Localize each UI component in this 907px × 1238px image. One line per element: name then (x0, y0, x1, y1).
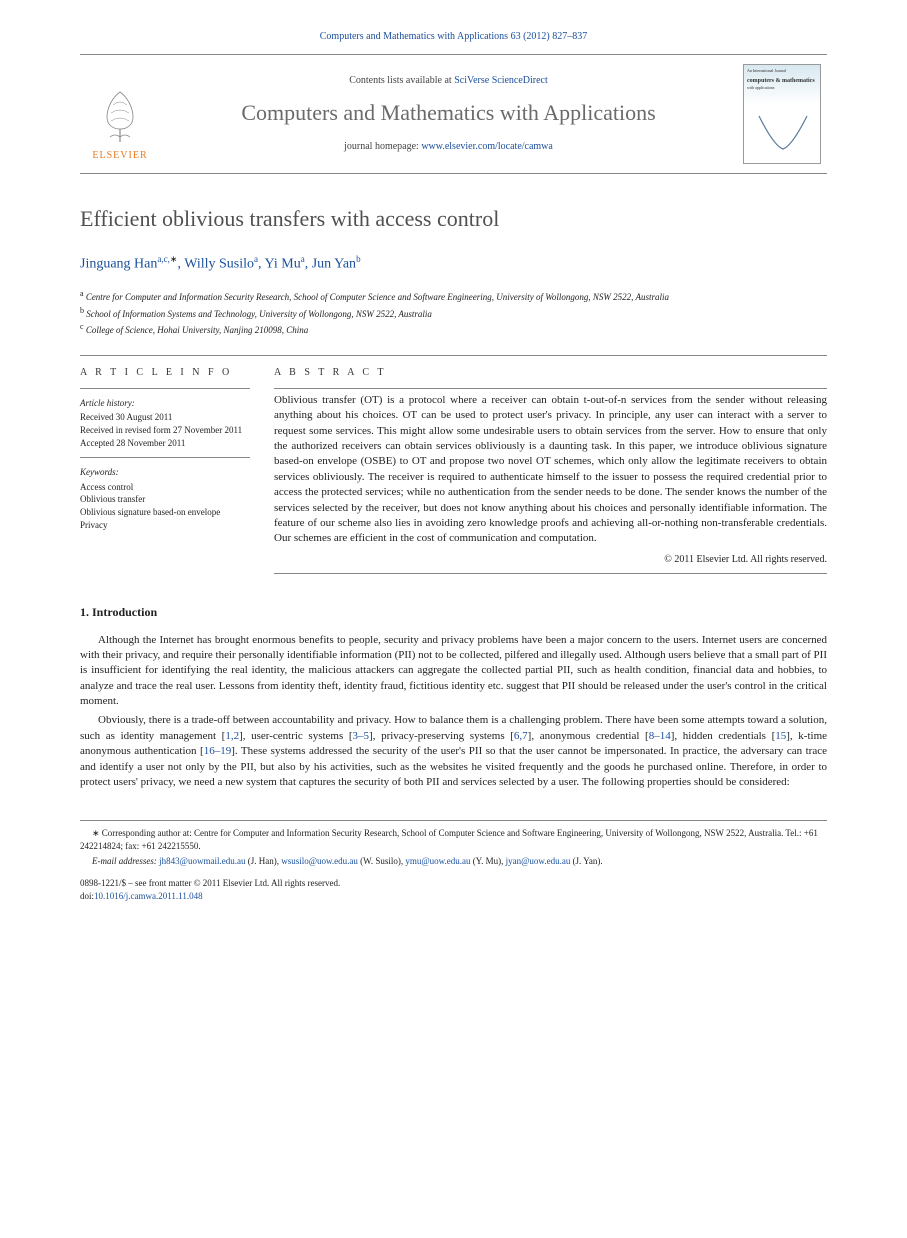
email-who: (J. Han) (248, 856, 277, 866)
info-abstract-row: A R T I C L E I N F O Article history: R… (80, 366, 827, 574)
email-who: (W. Susilo) (360, 856, 401, 866)
homepage-line: journal homepage: www.elsevier.com/locat… (344, 140, 553, 154)
article-info-heading: A R T I C L E I N F O (80, 366, 250, 380)
article-info-column: A R T I C L E I N F O Article history: R… (80, 366, 250, 574)
keyword-item: Oblivious transfer (80, 493, 250, 506)
email-link[interactable]: jyan@uow.edu.au (506, 856, 571, 866)
author-link[interactable]: Jun Yan (312, 256, 356, 271)
front-matter: 0898-1221/$ – see front matter © 2011 El… (80, 877, 827, 902)
body-paragraph: Although the Internet has brought enormo… (80, 633, 827, 710)
sciencedirect-link[interactable]: SciVerse ScienceDirect (454, 75, 548, 86)
corresponding-star-icon: ∗ (170, 254, 178, 264)
body-paragraph: Obviously, there is a trade-off between … (80, 713, 827, 790)
abstract-body: Oblivious transfer (OT) is a protocol wh… (274, 393, 827, 547)
email-footnote: E-mail addresses: jh843@uowmail.edu.au (… (80, 855, 827, 868)
affiliation-row: a Centre for Computer and Information Se… (80, 288, 827, 304)
text-run: ], hidden credentials [ (671, 730, 776, 742)
divider (274, 573, 827, 574)
publisher-name: ELSEVIER (92, 149, 147, 163)
doi-line: doi:10.1016/j.camwa.2011.11.048 (80, 890, 827, 903)
article-history-label: Article history: (80, 397, 250, 410)
author-affil-sup: a (301, 254, 305, 264)
affiliation-row: b School of Information Systems and Tech… (80, 305, 827, 321)
author-affil-sup: a (254, 254, 258, 264)
star-icon: ∗ (92, 828, 100, 838)
history-item: Accepted 28 November 2011 (80, 437, 250, 450)
email-label: E-mail addresses: (92, 856, 157, 866)
section-heading-introduction: 1. Introduction (80, 604, 827, 621)
keywords-label: Keywords: (80, 466, 250, 479)
authors-line: Jinguang Hana,c,∗, Willy Susiloa, Yi Mua… (80, 253, 827, 274)
divider (80, 388, 250, 389)
corresponding-text: Corresponding author at: Centre for Comp… (80, 828, 818, 851)
keyword-item: Privacy (80, 519, 250, 532)
corresponding-author-footnote: ∗ Corresponding author at: Centre for Co… (80, 827, 827, 852)
journal-cover-thumbnail: An International Journal computers & mat… (743, 64, 821, 164)
contents-prefix: Contents lists available at (349, 75, 454, 86)
author-affil-sup: b (356, 254, 361, 264)
email-link[interactable]: ymu@uow.edu.au (405, 856, 470, 866)
history-item: Received 30 August 2011 (80, 411, 250, 424)
doi-label: doi: (80, 891, 94, 901)
abstract-column: A B S T R A C T Oblivious transfer (OT) … (274, 366, 827, 574)
contents-available-line: Contents lists available at SciVerse Sci… (349, 74, 548, 88)
divider (274, 388, 827, 389)
affiliation-row: c College of Science, Hohai University, … (80, 321, 827, 337)
keyword-item: Access control (80, 481, 250, 494)
journal-citation-link[interactable]: Computers and Mathematics with Applicati… (320, 31, 587, 42)
divider (80, 457, 250, 458)
email-who: (J. Yan) (573, 856, 601, 866)
history-item: Received in revised form 27 November 201… (80, 424, 250, 437)
homepage-link[interactable]: www.elsevier.com/locate/camwa (421, 141, 553, 152)
email-link[interactable]: jh843@uowmail.edu.au (159, 856, 245, 866)
footnotes: ∗ Corresponding author at: Centre for Co… (80, 820, 827, 867)
masthead: ELSEVIER Contents lists available at Sci… (80, 54, 827, 174)
publisher-logo-block: ELSEVIER (80, 55, 160, 173)
doi-link[interactable]: 10.1016/j.camwa.2011.11.048 (94, 891, 203, 901)
citation-link[interactable]: 15 (775, 730, 786, 742)
citation-link[interactable]: 16–19 (204, 745, 232, 757)
elsevier-tree-icon (95, 87, 145, 147)
homepage-prefix: journal homepage: (344, 141, 421, 152)
abstract-heading: A B S T R A C T (274, 366, 827, 380)
article-title: Efficient oblivious transfers with acces… (80, 204, 827, 235)
author-affil-sup: a,c,∗ (157, 254, 177, 264)
email-who: (Y. Mu) (473, 856, 501, 866)
journal-title: Computers and Mathematics with Applicati… (241, 98, 655, 129)
citation-link[interactable]: 6,7 (514, 730, 528, 742)
citation-link[interactable]: 3–5 (353, 730, 370, 742)
author-link[interactable]: Yi Mu (265, 256, 301, 271)
abstract-copyright: © 2011 Elsevier Ltd. All rights reserved… (274, 553, 827, 567)
masthead-center: Contents lists available at SciVerse Sci… (160, 55, 737, 173)
cover-subtitle: with applications (747, 85, 817, 91)
affiliations: a Centre for Computer and Information Se… (80, 288, 827, 337)
article-history-block: Article history: Received 30 August 2011… (80, 397, 250, 449)
journal-citation: Computers and Mathematics with Applicati… (80, 30, 827, 44)
author-link[interactable]: Willy Susilo (184, 256, 254, 271)
text-run: ], anonymous credential [ (528, 730, 649, 742)
text-run: ], user-centric systems [ (239, 730, 352, 742)
citation-link[interactable]: 1,2 (225, 730, 239, 742)
text-run: ], privacy-preserving systems [ (369, 730, 514, 742)
issn-copyright-line: 0898-1221/$ – see front matter © 2011 El… (80, 877, 827, 890)
keyword-item: Oblivious signature based-on envelope (80, 506, 250, 519)
keywords-block: Keywords: Access control Oblivious trans… (80, 466, 250, 531)
cover-title: computers & mathematics (747, 78, 817, 85)
divider (80, 355, 827, 356)
author-link[interactable]: Jinguang Han (80, 256, 157, 271)
email-link[interactable]: wsusilo@uow.edu.au (281, 856, 358, 866)
masthead-right: An International Journal computers & mat… (737, 55, 827, 173)
citation-link[interactable]: 8–14 (649, 730, 671, 742)
